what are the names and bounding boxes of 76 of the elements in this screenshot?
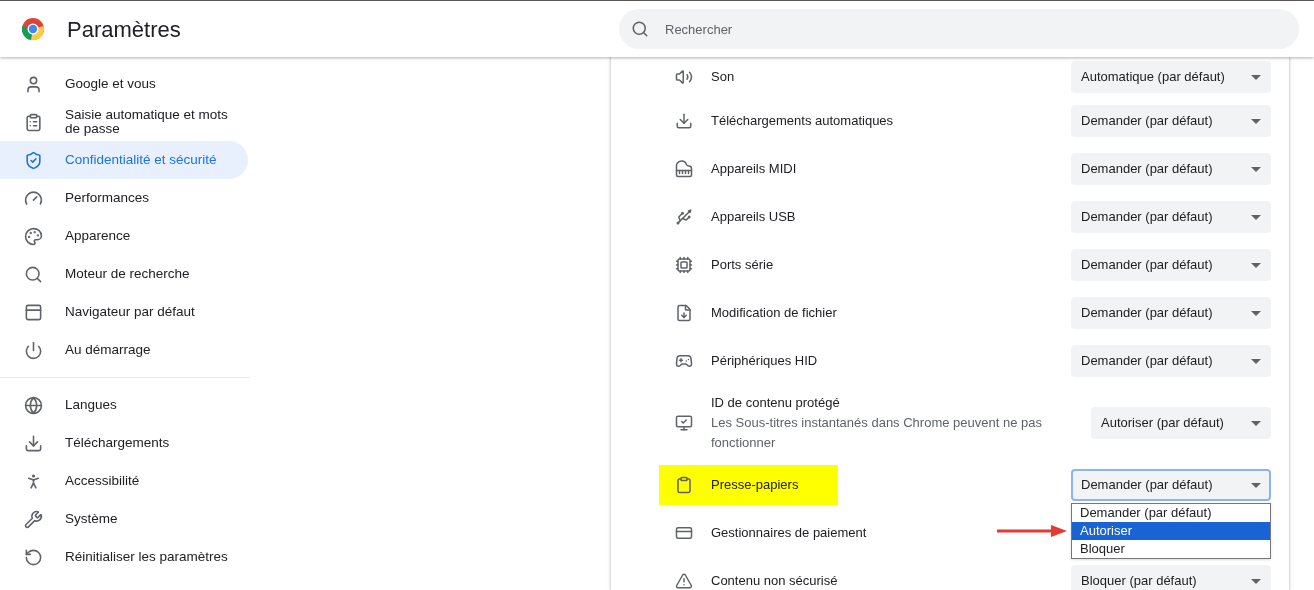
permission-label: Ports série [711,256,774,274]
gauge-icon [24,188,43,208]
permission-label: Périphériques HID [711,352,818,370]
dropdown-option[interactable]: Demander (par défaut) [1072,504,1270,522]
search-icon [631,20,649,38]
permission-dropdown[interactable]: Bloquer (par défaut) [1071,565,1271,590]
caret-icon [1251,118,1261,124]
sidebar-item[interactable]: Performances [0,179,248,217]
warning-icon [675,572,693,590]
dropdown-option[interactable]: Bloquer [1072,540,1270,558]
caret-icon [1251,262,1261,268]
permission-label: Modification de fichier [711,304,837,322]
globe-icon [24,395,43,415]
caret-icon [1251,420,1261,426]
speaker-icon [675,68,693,86]
permission-label: Gestionnaires de paiement [711,524,867,542]
sidebar-item[interactable]: Confidentialité et sécurité [0,141,248,179]
caret-icon [1251,166,1261,172]
permission-label: Contenu non sécurisé [711,572,838,590]
search-icon [24,264,43,284]
sidebar-item[interactable]: Téléchargements [0,424,248,462]
permission-label: Son [711,68,735,86]
sidebar-item[interactable]: Navigateur par défaut [0,293,248,331]
sidebar-item[interactable]: Au démarrage [0,331,248,369]
power-icon [24,340,43,360]
permission-dropdown[interactable]: Demander (par défaut) [1071,153,1271,185]
dropdown-option[interactable]: Autoriser [1072,522,1270,540]
page-title: Paramètres [67,15,182,44]
monitor-check-icon [675,414,693,432]
person-icon [24,74,43,94]
clipboard-icon [675,476,693,494]
caret-icon [1251,358,1261,364]
sidebar-item[interactable]: Réinitialiser les paramètres [0,538,248,576]
shield-icon [24,150,43,170]
permission-dropdown[interactable]: Automatique (par défaut) [1071,61,1271,93]
chip-icon [675,256,693,274]
search-field[interactable]: Rechercher [619,9,1299,49]
permission-label: ID de contenu protégé [711,394,841,412]
caret-icon [1251,310,1261,316]
browser-logo-icon [21,17,45,41]
download-icon [24,433,43,453]
sidebar-item[interactable]: Saisie automatique et mots de passe [0,103,248,141]
clipboard-icon [24,112,43,132]
permission-dropdown[interactable]: Demander (par défaut) [1071,249,1271,281]
permission-label: Appareils MIDI [711,160,797,178]
caret-icon [1251,578,1261,584]
wrench-icon [24,509,43,529]
permission-dropdown[interactable]: Autoriser (par défaut) [1091,407,1271,439]
piano-keys-icon [675,160,693,178]
permission-description: Les Sous-titres instantanés dans Chrome peuvent ne pas fonctionner [711,414,1043,452]
caret-icon [1251,482,1261,488]
pointer-arrow-drawing [997,524,1067,538]
sidebar-item[interactable]: Apparence [0,217,248,255]
caret-icon [1251,74,1261,80]
permission-dropdown[interactable]: Demander (par défaut) [1071,345,1271,377]
sidebar-item[interactable]: Google et vous [0,65,248,103]
sidebar-item[interactable]: Moteur de recherche [0,255,248,293]
browser-window-icon [24,302,43,322]
permission-label: Appareils USB [711,208,796,226]
file-download-icon [675,304,693,322]
caret-icon [1251,214,1261,220]
permission-dropdown[interactable]: Demander (par défaut) [1071,469,1271,501]
sidebar-item[interactable]: Langues [0,386,248,424]
gamepad-icon [675,352,693,370]
permission-dropdown[interactable]: Demander (par défaut) [1071,297,1271,329]
permission-dropdown[interactable]: Demander (par défaut) [1071,105,1271,137]
usb-icon [675,208,693,226]
permission-dropdown[interactable]: Demander (par défaut) [1071,201,1271,233]
sidebar-item[interactable]: Accessibilité [0,462,248,500]
palette-icon [24,226,43,246]
credit-card-icon [675,524,693,542]
sidebar-item[interactable]: Système [0,500,248,538]
permission-label: Téléchargements automatiques [711,112,894,130]
reset-icon [24,547,43,567]
permission-label: Presse-papiers [711,476,799,494]
download-icon [675,112,693,130]
